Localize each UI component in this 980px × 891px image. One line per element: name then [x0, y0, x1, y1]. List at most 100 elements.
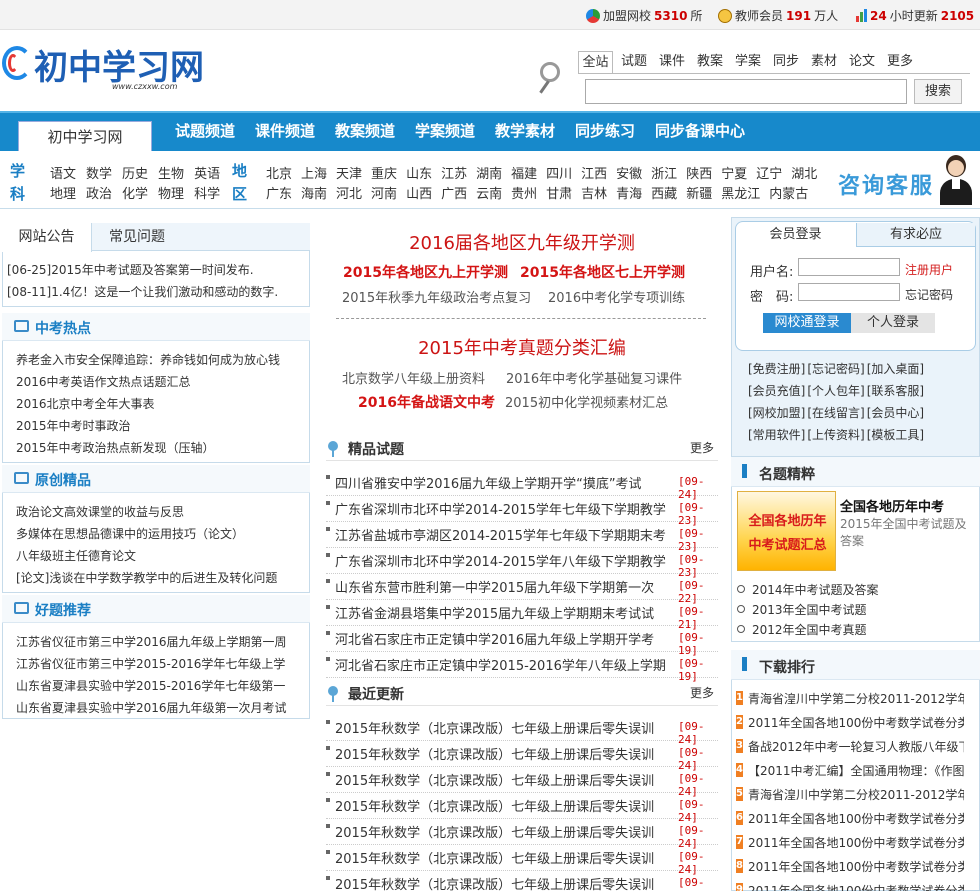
row-title[interactable]: 2015年秋数学（北京课改版）七年级上册课后零失误训: [335, 718, 677, 737]
area-link[interactable]: 安徽: [616, 163, 642, 182]
subject-link[interactable]: 化学: [122, 183, 148, 202]
ranking-row[interactable]: 5 青海省湟川中学第二分校2011-2012学年: [736, 782, 964, 806]
username-input[interactable]: [798, 258, 900, 276]
nav-teaching-material[interactable]: 教学素材: [495, 120, 555, 141]
row-title[interactable]: 2015年秋数学（北京课改版）七年级上册课后零失误训: [335, 874, 677, 891]
search-tab-exam[interactable]: 试题: [617, 51, 651, 73]
row-title[interactable]: 江苏省盐城市亭湖区2014-2015学年七年级下学期期末考: [335, 525, 677, 544]
table-row[interactable]: 山东省东营市胜利第一中学2015届九年级下学期第一次 [09-22]: [326, 574, 718, 605]
headline-zhenti[interactable]: 2015年中考真题分类汇编: [326, 334, 718, 360]
search-tab-lesson-plan[interactable]: 教案: [693, 51, 727, 73]
nav-exam-channel[interactable]: 试题频道: [175, 120, 235, 141]
nav-sync-prep-center[interactable]: 同步备课中心: [655, 120, 745, 141]
nav-lesson-plan-channel[interactable]: 教案频道: [335, 120, 395, 141]
quick-link[interactable]: [个人包年]: [807, 382, 864, 399]
nav-sync-practice[interactable]: 同步练习: [575, 120, 635, 141]
list-item[interactable]: 2014年中考试题及答案: [737, 579, 972, 599]
quick-link[interactable]: [上传资料]: [807, 426, 864, 443]
row-title[interactable]: 江苏省金湖县塔集中学2015届九年级上学期期末考试试: [335, 603, 677, 622]
row-title[interactable]: 2015年秋数学（北京课改版）七年级上册课后零失误训: [335, 822, 677, 841]
notice-item[interactable]: [06-25]2015年中考试题及答案第一时间发布.: [7, 261, 307, 278]
table-row[interactable]: 广东省深圳市北环中学2014-2015学年七年级下学期教学 [09-23]: [326, 496, 718, 527]
subject-link[interactable]: 数学: [86, 163, 112, 182]
headline-sub-5[interactable]: 2015初中化学视频素材汇总: [505, 392, 668, 411]
area-link[interactable]: 湖北: [791, 163, 817, 182]
area-link[interactable]: 浙江: [651, 163, 677, 182]
table-row[interactable]: 2015年秋数学（北京课改版）七年级上册课后零失误训[09-24]: [326, 793, 718, 824]
table-row[interactable]: 2015年秋数学（北京课改版）七年级上册课后零失误训[09-24]: [326, 715, 718, 746]
school-login-button[interactable]: 网校通登录: [763, 313, 851, 333]
site-logo[interactable]: 初中学习网 www.czxxw.com: [2, 40, 204, 96]
list-item[interactable]: 2015年中考政治热点新发现（压轴）: [16, 437, 306, 459]
search-input[interactable]: [585, 79, 907, 104]
quick-link[interactable]: [会员充值]: [748, 382, 805, 399]
famous-banner-image[interactable]: 全国各地历年 中考试题汇总: [737, 491, 836, 571]
subject-link[interactable]: 政治: [86, 183, 112, 202]
area-link[interactable]: 内蒙古: [769, 183, 808, 202]
area-link[interactable]: 宁夏: [721, 163, 747, 182]
area-link[interactable]: 河北: [336, 183, 362, 202]
search-tab-material[interactable]: 素材: [807, 51, 841, 73]
quick-link[interactable]: [加入桌面]: [867, 360, 924, 377]
area-link[interactable]: 四川: [546, 163, 572, 182]
row-title[interactable]: 河北省石家庄市正定镇中学2016届九年级上学期开学考: [335, 629, 677, 648]
headline-sub-1[interactable]: 2015年秋季九年级政治考点复习: [342, 287, 531, 306]
area-link[interactable]: 吉林: [581, 183, 607, 202]
headline-sub-3[interactable]: 北京数学八年级上册资料: [342, 368, 485, 387]
area-link[interactable]: 西藏: [651, 183, 677, 202]
quick-link[interactable]: [联系客服]: [867, 382, 924, 399]
search-tab-all[interactable]: 全站: [578, 51, 613, 73]
search-tab-courseware[interactable]: 课件: [655, 51, 689, 73]
table-row[interactable]: 2015年秋数学（北京课改版）七年级上册课后零失误训[09-24]: [326, 845, 718, 876]
headline-sub-4[interactable]: 2016年中考化学基础复习课件: [506, 368, 682, 387]
area-link[interactable]: 云南: [476, 183, 502, 202]
search-button[interactable]: 搜索: [914, 79, 962, 104]
list-item[interactable]: 2016北京中考全年大事表: [16, 393, 306, 415]
forgot-password-link[interactable]: 忘记密码: [905, 286, 953, 303]
nav-study-plan-channel[interactable]: 学案频道: [415, 120, 475, 141]
search-tab-paper[interactable]: 论文: [845, 51, 879, 73]
list-item[interactable]: 2015年中考时事政治: [16, 415, 306, 437]
table-row[interactable]: 广东省深圳市北环中学2014-2015学年八年级下学期教学 [09-23]: [326, 548, 718, 579]
ranking-row[interactable]: 4 【2011中考汇编】全国通用物理：《作图: [736, 758, 964, 782]
quick-link[interactable]: [免费注册]: [748, 360, 805, 377]
area-link[interactable]: 江苏: [441, 163, 467, 182]
area-link[interactable]: 海南: [301, 183, 327, 202]
row-title[interactable]: 2015年秋数学（北京课改版）七年级上册课后零失误训: [335, 796, 677, 815]
ranking-row[interactable]: 2 2011年全国各地100份中考数学试卷分类: [736, 710, 964, 734]
table-row[interactable]: 四川省雅安中学2016届九年级上学期开学“摸底”考试 [09-24]: [326, 470, 718, 501]
quick-link[interactable]: [会员中心]: [867, 404, 924, 421]
headline-bold-2[interactable]: 2015年各地区七上开学测: [520, 262, 685, 282]
search-tab-sync[interactable]: 同步: [769, 51, 803, 73]
row-title[interactable]: 广东省深圳市北环中学2014-2015学年八年级下学期教学: [335, 551, 677, 570]
table-row[interactable]: 河北省石家庄市正定镇中学2016届九年级上学期开学考 [09-19]: [326, 626, 718, 657]
register-link[interactable]: 注册用户: [905, 261, 953, 278]
table-row[interactable]: 江苏省盐城市亭湖区2014-2015学年七年级下学期期末考 [09-23]: [326, 522, 718, 553]
headline-sub-2[interactable]: 2016中考化学专项训练: [548, 287, 685, 306]
area-link[interactable]: 北京: [266, 163, 292, 182]
table-row[interactable]: 2015年秋数学（北京课改版）七年级上册课后零失误训[09-24]: [326, 819, 718, 850]
search-tab-more[interactable]: 更多: [883, 51, 917, 73]
row-title[interactable]: 河北省石家庄市正定镇中学2015-2016学年八年级上学期: [335, 655, 677, 674]
list-item[interactable]: 山东省夏津县实验中学2015-2016学年七年级第一: [16, 675, 306, 697]
list-item[interactable]: 政治论文高效课堂的收益与反思: [16, 501, 306, 523]
list-item[interactable]: 2013年全国中考试题: [737, 599, 972, 619]
ranking-row[interactable]: 3 备战2012年中考一轮复习人教版八年级下册: [736, 734, 964, 758]
subject-link[interactable]: 科学: [194, 183, 220, 202]
notice-tab-announce[interactable]: 网站公告: [2, 223, 92, 252]
nav-courseware-channel[interactable]: 课件频道: [255, 120, 315, 141]
area-link[interactable]: 甘肃: [546, 183, 572, 202]
area-link[interactable]: 河南: [371, 183, 397, 202]
headline-kaixue[interactable]: 2016届各地区九年级开学测: [326, 229, 718, 255]
area-link[interactable]: 新疆: [686, 183, 712, 202]
list-item[interactable]: 2012年全国中考真题: [737, 619, 972, 639]
area-link[interactable]: 上海: [301, 163, 327, 182]
area-link[interactable]: 广东: [266, 183, 292, 202]
row-title[interactable]: 2015年秋数学（北京课改版）七年级上册课后零失误训: [335, 848, 677, 867]
table-row[interactable]: 2015年秋数学（北京课改版）七年级上册课后零失误训[09-24]: [326, 767, 718, 798]
area-link[interactable]: 江西: [581, 163, 607, 182]
quick-link[interactable]: [在线留言]: [807, 404, 864, 421]
row-title[interactable]: 广东省深圳市北环中学2014-2015学年七年级下学期教学: [335, 499, 677, 518]
consult-service-link[interactable]: 咨询客服: [838, 168, 934, 200]
list-item[interactable]: 八年级班主任德育论文: [16, 545, 306, 567]
